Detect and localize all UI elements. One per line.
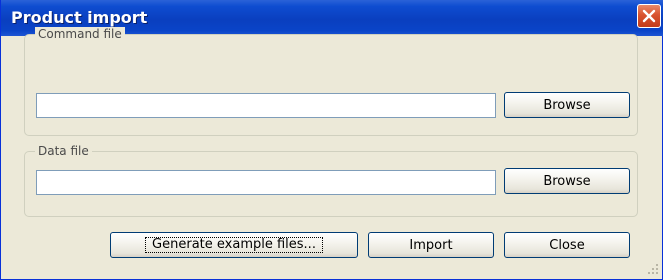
import-button[interactable]: Import [368, 232, 494, 258]
command-file-label: Command file [35, 27, 125, 41]
command-file-browse-label: Browse [543, 97, 591, 113]
data-file-label: Data file [35, 144, 92, 158]
product-import-dialog: Product import Command file Browse Data … [0, 0, 663, 280]
data-file-browse-label: Browse [543, 173, 591, 189]
data-file-input[interactable] [36, 170, 496, 195]
generate-example-files-label: Generate example files... [145, 237, 323, 253]
close-window-button[interactable] [637, 4, 661, 28]
command-file-browse-button[interactable]: Browse [504, 92, 630, 118]
import-label: Import [409, 237, 453, 253]
close-icon [642, 9, 656, 23]
close-button[interactable]: Close [504, 232, 630, 258]
command-file-input[interactable] [36, 93, 496, 118]
window-title: Product import [11, 8, 148, 27]
generate-example-files-button[interactable]: Generate example files... [110, 232, 358, 258]
command-file-group: Command file [24, 27, 638, 136]
resize-grip-icon[interactable] [647, 263, 659, 275]
data-file-browse-button[interactable]: Browse [504, 168, 630, 194]
close-label: Close [549, 237, 585, 253]
